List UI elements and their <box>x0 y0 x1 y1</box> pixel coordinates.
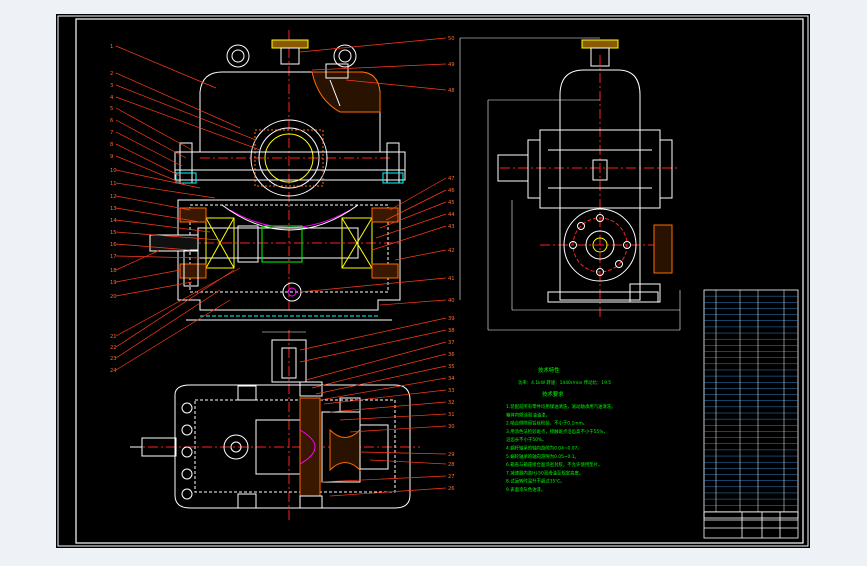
balloon-34: 34 <box>448 376 455 382</box>
balloon-18: 18 <box>110 268 117 274</box>
balloon-19: 19 <box>110 280 117 286</box>
balloon-32: 32 <box>448 400 455 406</box>
balloon-45: 45 <box>448 200 455 206</box>
balloon-28: 28 <box>448 462 455 468</box>
notes-title: 技术特性 <box>538 366 560 374</box>
balloon-43: 43 <box>448 224 455 230</box>
balloon-39: 39 <box>448 316 455 322</box>
balloon-6: 6 <box>110 118 113 124</box>
balloon-38: 38 <box>448 328 455 334</box>
sheet-background <box>56 14 810 548</box>
balloon-23: 23 <box>110 356 117 362</box>
balloon-13: 13 <box>110 206 117 212</box>
notes-line: 5.蜗轮轴承的轴向游隙为0.05~0.1。 <box>506 453 579 460</box>
balloon-21: 21 <box>110 334 117 340</box>
balloon-11: 11 <box>110 181 117 187</box>
balloon-20: 20 <box>110 294 117 300</box>
balloons-plan: 39 38 37 36 35 34 33 32 31 30 29 28 27 26 <box>448 316 455 492</box>
balloon-14: 14 <box>110 218 117 224</box>
notes-line: 2.啮合侧隙用铅丝检验，不小于0.1mm。 <box>506 420 587 427</box>
balloon-8: 8 <box>110 142 113 148</box>
balloon-10: 10 <box>110 168 117 174</box>
balloon-33: 33 <box>448 388 455 394</box>
notes-line: 3.用涂色法检验斑点，接触斑点沿齿高不小于55%， <box>506 428 608 435</box>
notes-line: 6.箱盖与箱座接合面涂密封胶，不允许使用垫片。 <box>506 461 602 468</box>
balloon-7: 7 <box>110 130 113 136</box>
cad-viewport[interactable]: 1 2 3 4 5 6 7 8 9 10 11 12 13 14 15 16 17 18 19 20 21 22 23 24 … <box>0 0 867 562</box>
balloon-48: 48 <box>448 88 455 94</box>
balloon-1: 1 <box>110 44 113 50</box>
balloon-29: 29 <box>448 452 455 458</box>
notes-line: 4.蜗杆轴承的轴向游隙为0.04~0.07。 <box>506 445 582 452</box>
notes-req-title: 技术要求 <box>542 390 564 398</box>
balloon-40: 40 <box>448 298 455 304</box>
notes-spec: 功率：4.1kW 转速：1440r/min 传动比：19.5 <box>518 379 611 386</box>
balloon-15: 15 <box>110 230 117 236</box>
notes-line: 箱体内壁涂耐油油漆。 <box>506 411 550 418</box>
balloon-41: 41 <box>448 276 455 282</box>
balloon-22: 22 <box>110 345 117 351</box>
balloon-2: 2 <box>110 71 113 77</box>
balloon-46: 46 <box>448 188 455 194</box>
balloon-50: 50 <box>448 36 455 42</box>
balloon-3: 3 <box>110 83 113 89</box>
balloon-35: 35 <box>448 364 455 370</box>
notes-line: 7.减速器内装HJ-50润滑油至规定高度。 <box>506 469 583 476</box>
balloon-9: 9 <box>110 154 113 160</box>
balloon-5: 5 <box>110 106 113 112</box>
balloon-17: 17 <box>110 254 117 260</box>
balloon-42: 42 <box>448 248 455 254</box>
balloon-24: 24 <box>110 368 117 374</box>
notes-line: 1.装配前所有零件均用煤油清洗，滚动轴承用汽油清洗。 <box>506 403 616 410</box>
balloon-47: 47 <box>448 176 455 182</box>
balloon-31: 31 <box>448 412 455 418</box>
notes-line: 沿齿长不小于50%。 <box>506 436 547 443</box>
balloon-27: 27 <box>448 474 455 480</box>
notes-line: 8.试运转时温升不超过35℃。 <box>506 478 565 485</box>
balloon-26: 26 <box>448 486 455 492</box>
balloon-12: 12 <box>110 194 117 200</box>
balloon-16: 16 <box>110 242 117 248</box>
balloon-44: 44 <box>448 212 455 218</box>
balloon-49: 49 <box>448 62 455 68</box>
balloon-36: 36 <box>448 352 455 358</box>
balloon-37: 37 <box>448 340 455 346</box>
balloon-30: 30 <box>448 424 455 430</box>
assembly-drawing: 123456789101112131415161718192021222324 … <box>56 14 810 548</box>
notes-line: 9.表面涂灰色油漆。 <box>506 486 545 493</box>
